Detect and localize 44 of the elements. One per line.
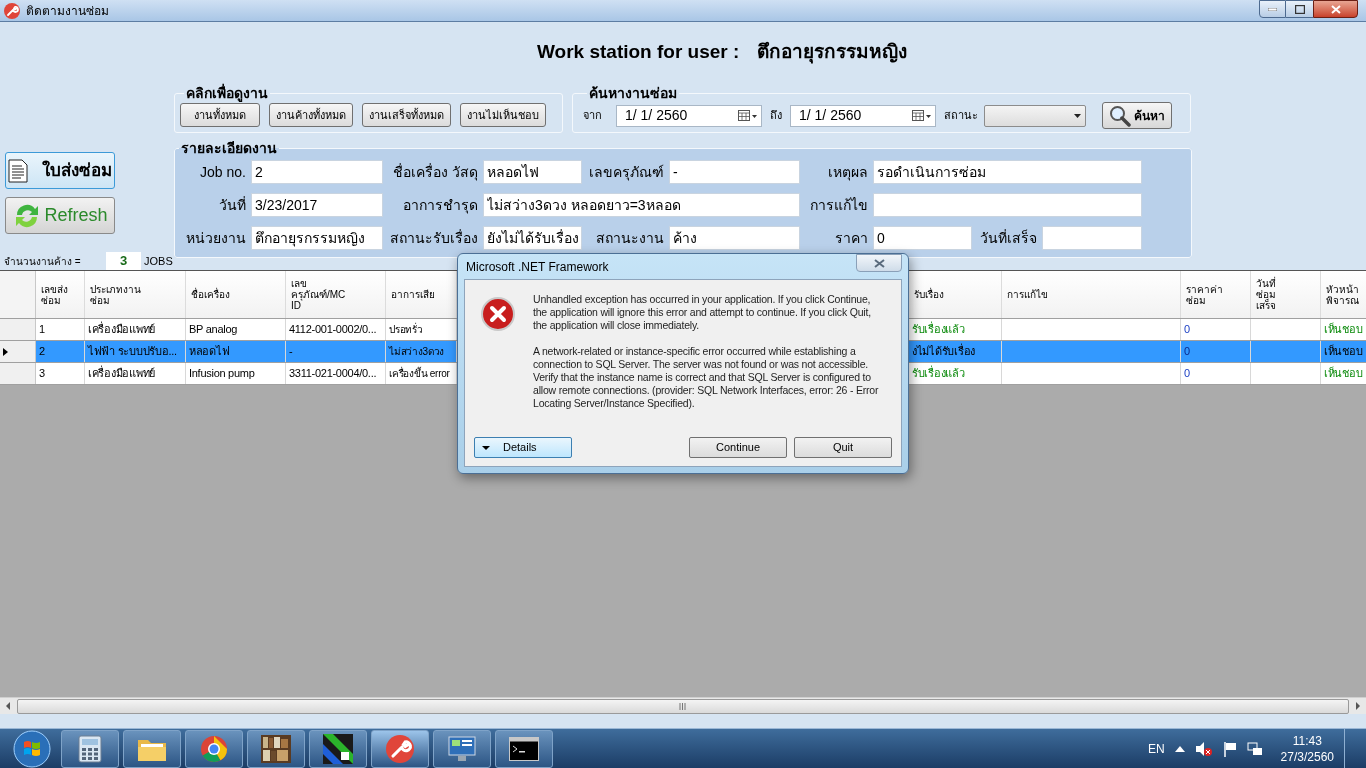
table-cell: ไฟฟ้า ระบบปรับอ... (85, 341, 186, 362)
field-label: ราคา (834, 228, 869, 248)
status-label: สถานะ (944, 108, 978, 124)
field-label: อาการชำรุด (402, 195, 479, 216)
field-label: การแก้ไข (809, 195, 869, 215)
pending-unit: JOBS (144, 253, 173, 269)
table-cell: 2 (36, 341, 85, 362)
field-label: Job no. (199, 162, 247, 182)
error-message: Unhandled exception has occurred in your application. If you click Continue, the application will ignore this error and attempt to continue. If you click Quit, the application will close immediately. (533, 293, 872, 332)
group-title: รายละเอียดงาน (180, 140, 278, 156)
table-cell: เห็นชอบ (1321, 341, 1366, 362)
table-cell: 0 (1181, 319, 1251, 340)
field-label: วันที่เสร็จ (979, 228, 1038, 248)
group-title: ค้นหางานซ่อม (588, 85, 678, 101)
dialog-title: Microsoft .NET Framework (465, 258, 609, 276)
table-cell: - (286, 341, 386, 362)
field-label: เหตุผล (827, 162, 869, 183)
table-cell: Infusion pump (186, 363, 286, 384)
pending-count: 3 (106, 252, 141, 270)
from-label: จาก (583, 108, 602, 124)
header-label: Work station for user : (537, 39, 740, 64)
pending-label: จำนวนงานค้าง = (4, 254, 82, 269)
table-cell: เครื่องมือแพทย์ (85, 319, 186, 340)
table-cell: 0 (1181, 363, 1251, 384)
user-name: ตึกอายุรกรรมหญิง (757, 39, 908, 66)
table-cell: 3 (36, 363, 85, 384)
window-title: ติดตามงานซ่อม (26, 2, 109, 20)
field-label: วันที่ (218, 195, 247, 215)
table-cell: เห็นชอบ (1321, 319, 1366, 340)
table-cell: BP analog (186, 319, 286, 340)
group-title: คลิกเพื่อดูงาน (185, 85, 269, 101)
table-cell: 3311-021-0004/0... (286, 363, 386, 384)
table-cell: เครื่องมือแพทย์ (85, 363, 186, 384)
to-label: ถึง (770, 108, 782, 124)
table-cell: 1 (36, 319, 85, 340)
table-cell: 4112-001-0002/0... (286, 319, 386, 340)
table-cell: 0 (1181, 341, 1251, 362)
field-label: เลขครุภัณฑ์ (588, 162, 665, 183)
field-label: หน่วยงาน (185, 228, 247, 248)
table-cell: หลอดไฟ (186, 341, 286, 362)
field-label: สถานะรับเรื่อง (389, 228, 479, 248)
table-cell: เห็นชอบ (1321, 363, 1366, 384)
field-label: สถานะงาน (595, 228, 665, 248)
field-label: ชื่อเครื่อง วัสดุ (392, 162, 479, 183)
